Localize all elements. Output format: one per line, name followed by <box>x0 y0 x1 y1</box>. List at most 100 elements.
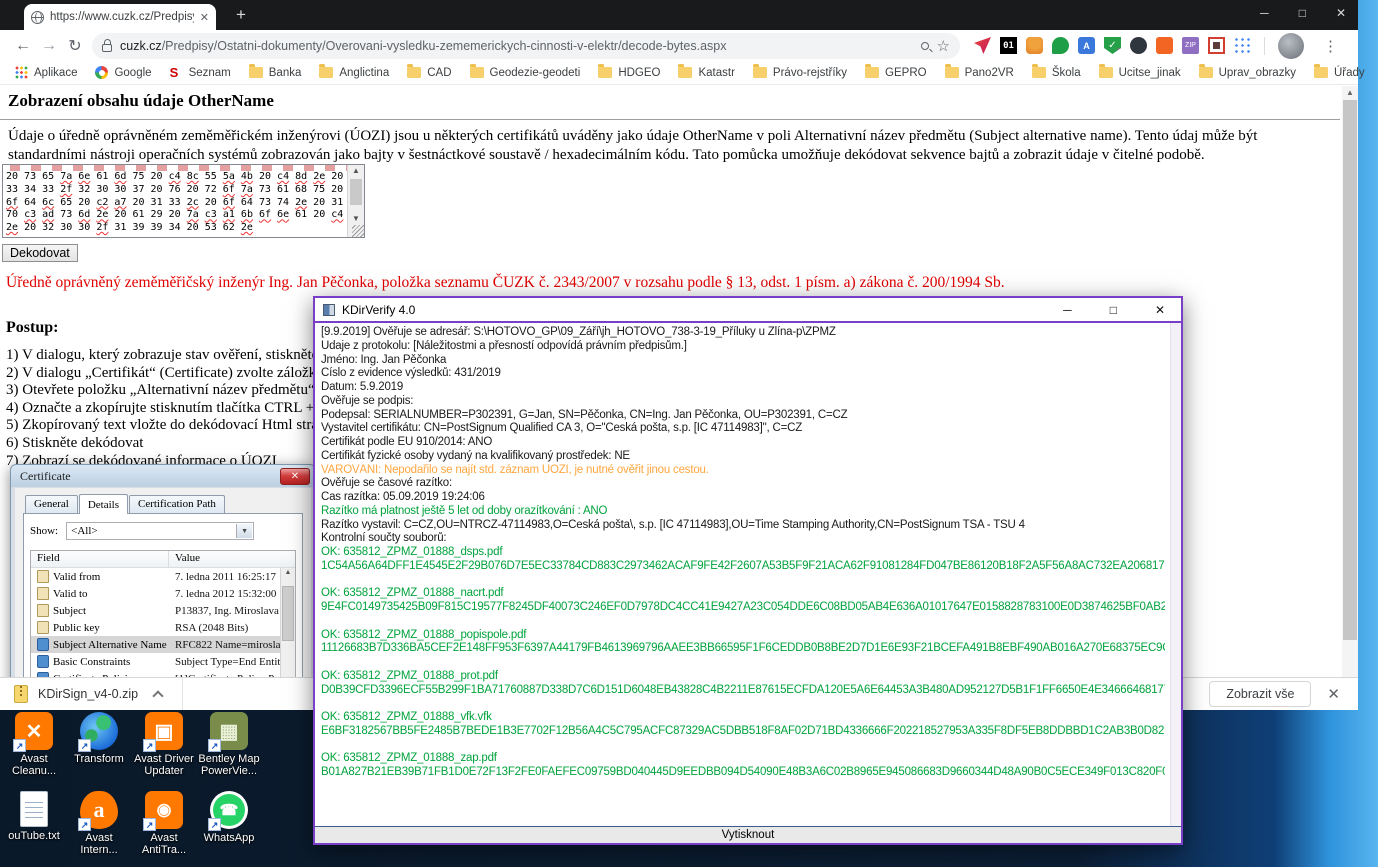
log-line: 1C54A56A64DFF1E4545E2F29B076D7E5EC33784C… <box>321 560 1165 574</box>
log-line: Čas razítka: 05.09.2019 19:24:06 <box>321 491 1165 505</box>
desktop-icon[interactable]: ↗ Avast Cleanu... <box>2 712 66 777</box>
bookmark-item[interactable]: Anglictina <box>310 67 398 79</box>
bookmark-item[interactable]: Aplikace <box>6 66 86 79</box>
chevron-up-icon[interactable] <box>152 690 163 701</box>
antivirus-shield-extension-icon[interactable]: ✓0 <box>1104 37 1121 54</box>
certificate-row: Certificate Policies [1]Certificate Poli… <box>31 670 295 677</box>
kdir-maximize-button[interactable]: □ <box>1110 303 1117 317</box>
bookmark-item[interactable]: Úřady <box>1305 67 1374 79</box>
bookmark-label: Google <box>114 67 151 79</box>
bookmark-folder-icon <box>1314 67 1328 78</box>
log-line: 11126683B7D336BA5CEF2E148FF953F6397A4417… <box>321 642 1165 656</box>
desktop-icon[interactable]: ↗ WhatsApp <box>197 791 261 844</box>
log-line: OK: 635812_ZPMZ_01888_vfk.vfk <box>321 711 1165 725</box>
back-icon[interactable]: ← <box>10 37 36 55</box>
field-name: Subject Alternative Name <box>53 639 175 651</box>
bookmark-folder-icon <box>753 67 767 78</box>
desktop-icon[interactable]: ↗ ouTube.txt <box>2 791 66 842</box>
reload-icon[interactable]: ↻ <box>62 36 88 56</box>
orange-extension-icon[interactable] <box>1156 37 1173 54</box>
log-line: Ověřuje se časové razítko: <box>321 477 1165 491</box>
bookmark-folder-icon <box>1099 67 1113 78</box>
bookmark-item[interactable]: Seznam <box>161 66 240 79</box>
balloon-extension-icon[interactable] <box>1052 37 1069 54</box>
field-type-icon <box>37 570 49 583</box>
bookmark-item[interactable]: HDGEO <box>589 67 669 79</box>
desktop-icon-image: ↗ <box>20 791 48 827</box>
divider <box>0 119 1340 120</box>
url-bar[interactable]: cuzk.cz/Predpisy/Ostatni-dokumenty/Overo… <box>92 33 960 59</box>
close-button[interactable]: ✕ <box>1336 6 1346 20</box>
new-tab-button[interactable]: + <box>230 5 252 25</box>
log-line <box>321 739 1165 753</box>
certificate-dialog-body: General Details Certification Path Show:… <box>15 488 311 677</box>
bookmark-label: GEPRO <box>885 67 927 79</box>
desktop-icon[interactable]: ↗ Avast Intern... <box>67 791 131 856</box>
scroll-down-icon[interactable]: ▼ <box>348 214 364 223</box>
shield-badge: 0 <box>1117 48 1125 57</box>
bookmark-item[interactable]: Škola <box>1023 67 1090 79</box>
page-scrollbar[interactable]: ▲ <box>1342 86 1358 677</box>
profile-avatar[interactable] <box>1278 33 1304 59</box>
page-scroll-up-icon[interactable]: ▲ <box>1342 86 1358 100</box>
desktop-icon[interactable]: ↗ Transform <box>67 712 131 765</box>
search-icon[interactable] <box>921 42 929 50</box>
kdirverify-title-bar[interactable]: KDirVerify 4.0 ─ □ ✕ <box>315 298 1181 321</box>
kdirverify-scrollbar[interactable] <box>1170 323 1181 826</box>
decode-button[interactable]: Dekodovat <box>2 244 78 262</box>
scroll-up-icon[interactable]: ▲ <box>348 166 364 175</box>
pin-extension-icon[interactable] <box>974 37 991 54</box>
resize-grip[interactable] <box>352 225 364 237</box>
apps-grid-icon[interactable] <box>1234 37 1251 54</box>
counter-extension-icon[interactable]: 01 <box>1000 37 1017 54</box>
bookmark-label: Právo-rejstříky <box>773 67 847 79</box>
maximize-button[interactable]: □ <box>1299 6 1306 20</box>
download-item[interactable]: KDirSign_v4-0.zip <box>0 678 183 710</box>
bookmark-folder-icon <box>170 66 183 79</box>
bookmark-item[interactable]: Ucitse_jinak <box>1090 67 1190 79</box>
hex-line: 20 73 65 7a 6e 61 6d 75 20 c4 8c 55 5a 4… <box>6 171 347 184</box>
kdir-close-button[interactable]: ✕ <box>1155 303 1165 317</box>
print-button[interactable]: Vytisknout <box>315 826 1181 843</box>
log-line: Ověřuje se podpis: <box>321 395 1165 409</box>
bookmark-item[interactable]: GEPRO <box>856 67 936 79</box>
certificate-close-icon: ✕ <box>280 468 310 485</box>
archive-extension-icon[interactable]: ZIP <box>1182 37 1199 54</box>
bookmark-item[interactable]: Právo-rejstříky <box>744 67 856 79</box>
show-all-downloads-button[interactable]: Zobrazit vše <box>1209 681 1311 707</box>
bookmark-item[interactable]: Banka <box>240 67 311 79</box>
adblock-extension-icon[interactable] <box>1208 37 1225 54</box>
desktop-icon-label: Avast Driver Updater <box>132 753 196 777</box>
bookmark-item[interactable]: CAD <box>398 67 460 79</box>
bookmark-item[interactable]: Geodezie-geodeti <box>461 67 590 79</box>
tab-title: https://www.cuzk.cz/Predpisy/O <box>50 11 194 23</box>
kdir-minimize-button[interactable]: ─ <box>1063 303 1072 317</box>
desktop-icon[interactable]: ↗ Avast Driver Updater <box>132 712 196 777</box>
page-scrollbar-thumb[interactable] <box>1343 100 1357 640</box>
log-line <box>321 697 1165 711</box>
bookmark-star-icon[interactable]: ☆ <box>937 37 950 55</box>
tab-close-icon[interactable]: ✕ <box>200 11 209 24</box>
bookmark-item[interactable]: Google <box>86 66 160 79</box>
bookmarks-overflow-icon[interactable]: » <box>1374 65 1378 80</box>
translate-extension-icon[interactable]: A <box>1078 37 1095 54</box>
scrollbar-thumb[interactable] <box>350 179 362 205</box>
log-line: Kontrolní součty souborů: <box>321 532 1165 546</box>
log-line: OK: 635812_ZPMZ_01888_nacrt.pdf <box>321 587 1165 601</box>
shelf-close-icon[interactable]: ✕ <box>1327 685 1340 703</box>
desktop-icon[interactable]: ↗ Bentley Map PowerVie... <box>197 712 261 777</box>
forward-icon[interactable]: → <box>36 37 62 55</box>
desktop-icon[interactable]: ↗ Avast AntiTra... <box>132 791 196 856</box>
bookmark-label: Anglictina <box>339 67 389 79</box>
hex-textarea[interactable]: 20 73 65 7a 6e 61 6d 75 20 c4 8c 55 5a 4… <box>2 164 365 238</box>
bookmark-item[interactable]: Uprav_obrazky <box>1190 67 1305 79</box>
menu-dots-icon[interactable]: ⋮ <box>1323 37 1338 55</box>
bookmark-item[interactable]: Katastr <box>669 67 743 79</box>
profile-extension-icon[interactable] <box>1026 37 1043 54</box>
log-line: Číslo z evidence výsledků: 431/2019 <box>321 367 1165 381</box>
browser-tab[interactable]: https://www.cuzk.cz/Predpisy/O ✕ <box>24 4 216 30</box>
log-line: VAROVÁNÍ: Nepodařilo se najít std. zázna… <box>321 464 1165 478</box>
minimize-button[interactable]: ─ <box>1260 6 1269 20</box>
dark-circle-extension-icon[interactable] <box>1130 37 1147 54</box>
bookmark-item[interactable]: Pano2VR <box>936 67 1023 79</box>
